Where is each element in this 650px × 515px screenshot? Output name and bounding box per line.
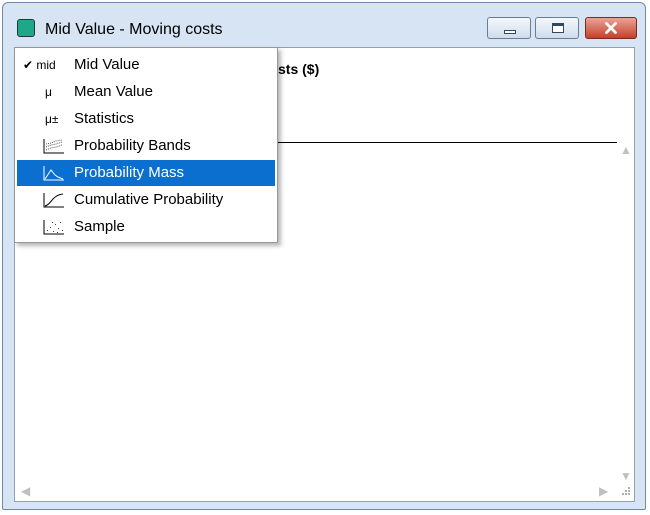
menu-item-mean-value[interactable]: μ Mean Value	[17, 79, 275, 105]
menu-item-sample[interactable]: Sample	[17, 214, 275, 240]
app-icon[interactable]	[17, 19, 35, 37]
close-icon	[605, 22, 617, 34]
result-type-menu: ✔ mid Mid Value μ Mean Value μ± Statisti…	[14, 47, 278, 243]
close-button[interactable]	[585, 17, 637, 39]
title-bar[interactable]: Mid Value - Moving costs	[3, 3, 645, 45]
minimize-button[interactable]	[487, 17, 531, 39]
maximize-icon	[552, 23, 564, 33]
sample-icon	[23, 217, 71, 237]
vertical-scrollbar[interactable]: ▲ ▼	[617, 143, 634, 483]
scroll-down-icon[interactable]: ▼	[620, 469, 632, 483]
menu-item-probability-mass[interactable]: Probability Mass	[17, 160, 275, 186]
result-header: sts ($)	[278, 61, 320, 77]
maximize-button[interactable]	[535, 17, 579, 39]
probability-mass-icon	[23, 163, 71, 183]
scroll-up-icon[interactable]: ▲	[620, 143, 632, 157]
menu-item-mid-value[interactable]: ✔ mid Mid Value	[17, 52, 275, 78]
minimize-icon	[504, 30, 516, 34]
scroll-left-icon[interactable]: ◀	[21, 484, 30, 498]
window-title: Mid Value - Moving costs	[45, 21, 223, 38]
cumulative-probability-icon	[23, 190, 71, 210]
resize-grip-icon[interactable]	[619, 486, 631, 498]
menu-item-cumulative-probability[interactable]: Cumulative Probability	[17, 187, 275, 213]
horizontal-scrollbar[interactable]: ◀ ▶	[15, 483, 634, 501]
probability-bands-icon	[23, 136, 71, 156]
checkmark-icon: ✔ mid	[23, 58, 56, 72]
menu-item-probability-bands[interactable]: Probability Bands	[17, 133, 275, 159]
scroll-right-icon[interactable]: ▶	[599, 484, 608, 498]
menu-item-statistics[interactable]: μ± Statistics	[17, 106, 275, 132]
